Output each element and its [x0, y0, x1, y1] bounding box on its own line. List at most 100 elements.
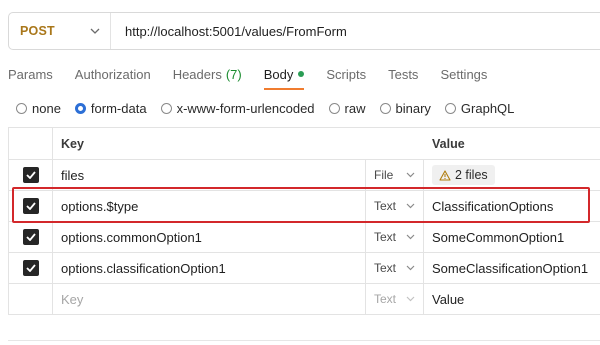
- chevron-down-icon: [406, 296, 415, 302]
- tab-scripts[interactable]: Scripts: [326, 66, 366, 82]
- new-key-input[interactable]: Key: [53, 284, 366, 314]
- method-select[interactable]: POST: [9, 13, 111, 49]
- value-placeholder: Value: [432, 291, 465, 307]
- headers-count: (7): [225, 66, 242, 82]
- new-value-input[interactable]: Value: [424, 284, 600, 314]
- tab-label: Body: [263, 66, 294, 82]
- tab-label: Headers: [172, 66, 222, 82]
- radio-label: none: [32, 100, 61, 116]
- table-row: options.commonOption1 Text SomeCommonOpt…: [9, 222, 600, 253]
- check-icon: [25, 233, 36, 241]
- table-row: options.classificationOption1 Text SomeC…: [9, 253, 600, 284]
- key-text: options.classificationOption1: [61, 260, 226, 276]
- radio-circle: [379, 102, 391, 114]
- type-select[interactable]: Text: [366, 191, 424, 221]
- files-chip[interactable]: 2 files: [432, 165, 495, 185]
- tab-params[interactable]: Params: [8, 66, 53, 82]
- row-checkbox[interactable]: [22, 198, 39, 214]
- radio-form-data[interactable]: form-data: [74, 100, 147, 116]
- check-cell: [9, 160, 53, 190]
- header-check-cell: [9, 128, 53, 159]
- radio-label: raw: [344, 100, 366, 116]
- files-count: 2 files: [455, 168, 488, 182]
- table-row-empty: Key Text Value: [9, 284, 600, 315]
- radio-label: x-www-form-urlencoded: [176, 100, 315, 116]
- value-text: ClassificationOptions: [432, 198, 554, 214]
- table-header-row: Key Value: [9, 128, 600, 160]
- radio-binary[interactable]: binary: [379, 100, 431, 116]
- radio-label: form-data: [90, 100, 147, 116]
- row-checkbox[interactable]: [22, 260, 39, 276]
- body-status-dot: [298, 71, 305, 77]
- check-cell: [9, 284, 53, 314]
- value-cell[interactable]: SomeClassificationOption1: [424, 253, 600, 283]
- check-icon: [25, 171, 36, 179]
- type-select[interactable]: File: [366, 160, 424, 190]
- radio-circle: [328, 102, 340, 114]
- request-tabs: Params Authorization Headers (7) Body Scr…: [8, 66, 509, 90]
- tab-authorization[interactable]: Authorization: [75, 66, 151, 82]
- divider: [8, 340, 600, 341]
- header-value: Value: [432, 136, 465, 151]
- type-select[interactable]: Text: [366, 253, 424, 283]
- key-text: options.$type: [61, 198, 139, 214]
- row-checkbox[interactable]: [22, 229, 39, 245]
- table-row: options.$type Text ClassificationOptions: [9, 191, 600, 222]
- tab-body[interactable]: Body: [263, 66, 305, 90]
- radio-label: binary: [395, 100, 431, 116]
- radio-circle: [444, 102, 456, 114]
- radio-x-www-form-urlencoded[interactable]: x-www-form-urlencoded: [160, 100, 315, 116]
- request-url-bar: POST http://localhost:5001/values/FromFo…: [8, 12, 600, 50]
- tab-headers[interactable]: Headers (7): [173, 66, 242, 82]
- type-label: Text: [374, 261, 397, 275]
- form-data-table: Key Value files File 2 files options.$ty…: [8, 127, 600, 315]
- key-text: options.commonOption1: [61, 229, 202, 245]
- type-label: Text: [374, 230, 397, 244]
- value-cell[interactable]: ClassificationOptions: [424, 191, 600, 221]
- key-cell[interactable]: files: [53, 160, 366, 190]
- type-label: File: [374, 168, 394, 182]
- radio-raw[interactable]: raw: [328, 100, 366, 116]
- chevron-down-icon: [406, 203, 415, 209]
- tab-label: Scripts: [326, 66, 367, 82]
- value-cell[interactable]: SomeCommonOption1: [424, 222, 600, 252]
- key-text: files: [61, 167, 85, 183]
- tab-tests[interactable]: Tests: [388, 66, 418, 82]
- radio-graphql[interactable]: GraphQL: [444, 100, 515, 116]
- chevron-down-icon: [90, 28, 100, 34]
- radio-none[interactable]: none: [16, 101, 61, 116]
- type-select[interactable]: Text: [366, 222, 424, 252]
- header-key: Key: [61, 136, 84, 151]
- value-cell[interactable]: 2 files: [424, 160, 600, 190]
- key-cell[interactable]: options.classificationOption1: [53, 253, 366, 283]
- table-row: files File 2 files: [9, 160, 600, 191]
- row-checkbox[interactable]: [22, 167, 39, 183]
- type-select[interactable]: Text: [366, 284, 424, 314]
- tab-label: Settings: [440, 66, 488, 82]
- type-label: Text: [374, 199, 397, 213]
- check-cell: [9, 222, 53, 252]
- check-cell: [9, 191, 53, 221]
- value-text: SomeCommonOption1: [432, 229, 565, 245]
- key-placeholder: Key: [61, 291, 84, 307]
- check-cell: [9, 253, 53, 283]
- radio-circle: [160, 102, 172, 114]
- key-cell[interactable]: options.$type: [53, 191, 366, 221]
- key-cell[interactable]: options.commonOption1: [53, 222, 366, 252]
- url-input[interactable]: http://localhost:5001/values/FromForm: [111, 24, 347, 39]
- chevron-down-icon: [406, 234, 415, 240]
- chevron-down-icon: [406, 265, 415, 271]
- tab-label: Tests: [388, 66, 419, 82]
- warning-icon: [439, 169, 451, 181]
- header-type-cell: [366, 128, 424, 159]
- method-label: POST: [20, 24, 55, 38]
- radio-label: GraphQL: [460, 100, 515, 116]
- chevron-down-icon: [406, 172, 415, 178]
- type-label: Text: [374, 292, 397, 306]
- radio-circle-selected: [74, 102, 86, 114]
- value-text: SomeClassificationOption1: [432, 260, 589, 276]
- tab-label: Params: [8, 66, 53, 82]
- check-icon: [25, 202, 36, 210]
- check-icon: [25, 264, 36, 272]
- tab-settings[interactable]: Settings: [440, 66, 487, 82]
